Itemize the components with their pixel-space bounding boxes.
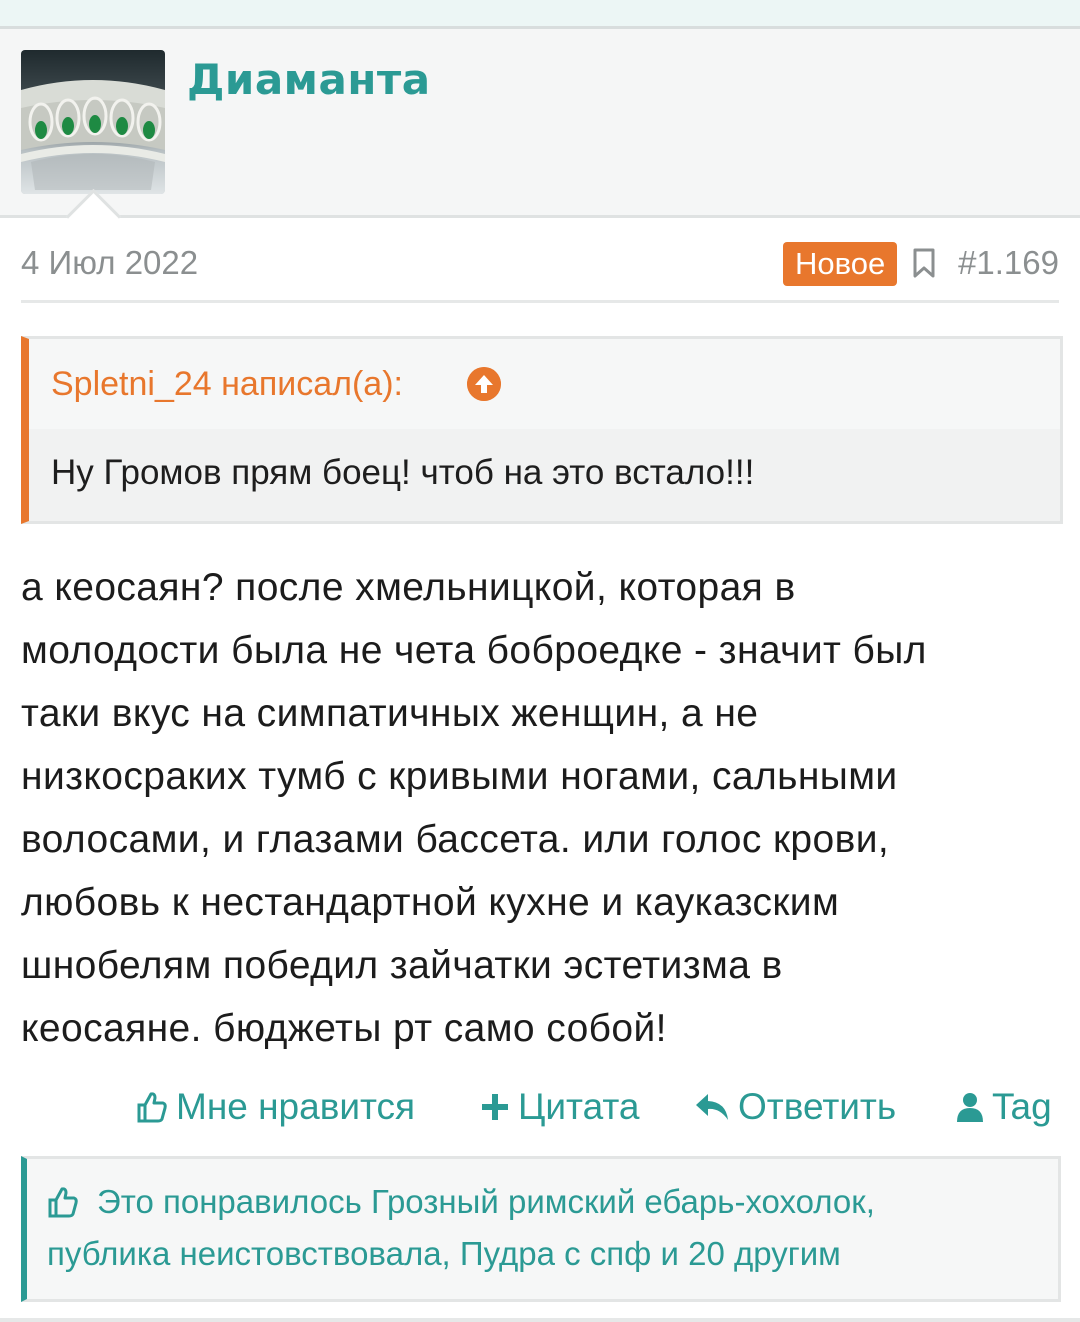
quote-block: Spletni_24 написал(а): Ну Громов прям бо… xyxy=(21,336,1063,524)
username[interactable]: Диаманта xyxy=(187,55,431,104)
thumbs-up-icon xyxy=(48,1187,78,1218)
bookmark-icon[interactable] xyxy=(913,248,935,278)
post-meta: 4 Июл 2022 Новое #1.169 xyxy=(21,240,1059,303)
like-label: Мне нравится xyxy=(176,1086,416,1127)
arrow-up-circle-icon[interactable] xyxy=(467,367,501,401)
likes-text-line2[interactable]: публика неистовствовала, Пудра с спф и 2… xyxy=(47,1235,841,1273)
bottom-divider xyxy=(0,1318,1080,1322)
post-body: а кеосаян? после хмельницкой, которая в … xyxy=(21,556,1061,1060)
post-line: а кеосаян? после хмельницкой, которая в xyxy=(21,566,796,609)
likes-summary: Это понравилось Грозный римский ебарь-хо… xyxy=(21,1156,1061,1302)
quote-button[interactable]: Цитата xyxy=(480,1086,639,1128)
tag-label: Tag xyxy=(992,1086,1052,1127)
post-line: любовь к нестандартной кухне и кауказски… xyxy=(21,881,840,924)
quote-header: Spletni_24 написал(а): xyxy=(29,339,1060,429)
post-line: шнобелям победил зайчатки эстетизма в xyxy=(21,944,783,987)
tag-button[interactable]: Tag xyxy=(956,1086,1052,1128)
post-line: волосами, и глазами бассета. или голос к… xyxy=(21,818,890,861)
new-badge: Новое xyxy=(783,242,898,286)
reply-icon xyxy=(696,1094,728,1120)
top-strip xyxy=(0,0,1080,29)
plus-icon xyxy=(482,1094,508,1120)
user-icon xyxy=(957,1093,983,1122)
quote-label: Цитата xyxy=(518,1086,640,1127)
post-line: низкосраких тумб с кривыми ногами, сальн… xyxy=(21,755,898,798)
reply-button[interactable]: Ответить xyxy=(694,1086,896,1128)
quote-text: Ну Громов прям боец! чтоб на это встало!… xyxy=(51,453,755,492)
post-header: Диаманта xyxy=(0,29,1080,218)
quote-body: Ну Громов прям боец! чтоб на это встало!… xyxy=(29,429,1060,521)
reply-label: Ответить xyxy=(738,1086,897,1127)
like-button[interactable]: Мне нравится xyxy=(136,1086,415,1128)
thumbs-up-icon xyxy=(137,1092,167,1123)
post-line: таки вкус на симпатичных женщин, а не xyxy=(21,692,759,735)
tiara-avatar-image xyxy=(21,50,165,194)
post-line: кеосаяне. бюджеты рт само собой! xyxy=(21,1007,667,1050)
likes-text-line1[interactable]: Это понравилось Грозный римский ебарь-хо… xyxy=(97,1183,875,1221)
post-number[interactable]: #1.169 xyxy=(958,244,1059,282)
quote-author-link[interactable]: Spletni_24 написал(а): xyxy=(51,365,403,404)
post-actions: Мне нравится Цитата Ответить Tag xyxy=(0,1082,1080,1136)
post-line: молодости была не чета боброедке - значи… xyxy=(21,629,927,672)
post-date[interactable]: 4 Июл 2022 xyxy=(21,244,198,282)
avatar[interactable] xyxy=(21,50,165,194)
